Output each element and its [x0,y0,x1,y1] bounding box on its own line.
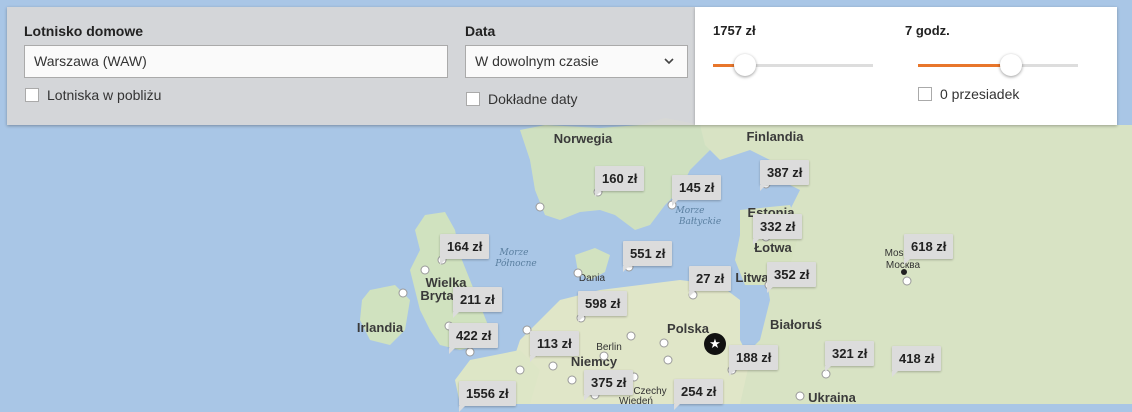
slider-handle[interactable] [734,54,756,76]
price-tag[interactable]: 1556 zł [459,381,516,412]
price-tag[interactable]: 164 zł [440,234,490,265]
airport-dot[interactable] [599,351,609,361]
price-tag[interactable]: 418 zł [892,346,942,377]
country-label-denmark: Dania [579,273,606,284]
price-tag[interactable]: 352 zł [767,262,817,293]
sea-label-baltic-2: Bałtyckie [678,217,721,227]
date-select[interactable]: W dowolnym czasie [465,45,688,78]
max-price-slider[interactable] [713,54,873,76]
country-label-gb-2: Bryta [420,288,454,303]
price-tag[interactable]: 27 zł [689,266,732,297]
exact-dates-label: Dokładne daty [488,91,578,107]
price-tag[interactable]: 422 zł [449,323,499,354]
country-label-ireland: Irlandia [357,320,404,335]
country-label-latvia: Łotwa [754,240,792,255]
home-airport-label: Lotnisko domowe [24,23,143,39]
date-label: Data [465,23,496,39]
airport-dot[interactable] [465,347,475,357]
slider-handle[interactable] [999,54,1022,76]
sea-label-north-1: Morze [498,248,528,258]
search-form-panel: Lotnisko domowe Warszawa (WAW) Lotniska … [7,7,695,125]
sea-label-baltic-1: Morze [674,206,704,216]
price-tag[interactable]: 551 zł [623,241,673,272]
price-tag[interactable]: 160 zł [595,166,645,197]
airport-dot[interactable] [535,202,545,212]
airport-dot[interactable] [659,338,669,348]
country-label-norway: Norwegia [554,131,613,146]
price-tag[interactable]: 375 zł [584,370,634,401]
price-tag[interactable]: 332 zł [753,214,803,245]
airport-dot[interactable] [663,355,673,365]
sea-label-north-2: Północne [494,258,536,269]
airport-dot[interactable] [626,331,636,341]
checkbox-box[interactable] [25,88,39,102]
city-label-vienna: Wiedeń [619,396,653,404]
checkbox-box[interactable] [466,92,480,106]
max-duration-label: 7 godz. [905,23,950,38]
nonstop-label: 0 przesiadek [940,86,1020,102]
airport-dot[interactable] [398,288,408,298]
slider-fill [918,64,1011,67]
price-tag[interactable]: 321 zł [825,341,875,372]
country-label-ukraine: Ukraina [808,390,856,404]
moscow-capital-marker [901,269,907,275]
country-label-germany: Niemcy [571,354,618,369]
country-label-finland: Finlandia [746,129,804,144]
airport-dot[interactable] [795,391,805,401]
max-duration-slider[interactable] [918,54,1078,76]
price-tag[interactable]: 387 zł [760,160,810,191]
date-select-value: W dowolnym czasie [475,53,599,69]
nonstop-checkbox[interactable]: 0 przesiadek [918,86,1019,102]
price-tag[interactable]: 254 zł [674,379,724,410]
price-tag[interactable]: 145 zł [672,175,722,206]
airport-dot[interactable] [902,276,912,286]
price-tag[interactable]: 618 zł [904,234,954,265]
home-airport-star-icon[interactable]: ★ [704,333,726,355]
max-price-label: 1757 zł [713,23,756,38]
exact-dates-checkbox[interactable]: Dokładne daty [466,91,578,107]
airport-dot[interactable] [573,268,583,278]
chevron-down-icon [664,58,674,65]
airport-dot[interactable] [548,361,558,371]
airport-dot[interactable] [567,375,577,385]
city-label-berlin: Berlin [596,342,622,353]
price-tag[interactable]: 113 zł [530,331,579,362]
filters-panel: 1757 zł 7 godz. 0 przesiadek [695,7,1117,125]
price-tag[interactable]: 188 zł [729,345,779,376]
airport-dot[interactable] [420,265,430,275]
country-label-poland: Polska [667,321,710,336]
nearby-airports-checkbox[interactable]: Lotniska w pobliżu [25,87,161,103]
nearby-airports-label: Lotniska w pobliżu [47,87,162,103]
country-label-belarus: Białoruś [770,317,822,332]
price-tag[interactable]: 598 zł [578,291,628,322]
price-tag[interactable]: 211 zł [453,287,502,318]
airport-dot[interactable] [515,365,525,375]
checkbox-box[interactable] [918,87,932,101]
home-airport-input[interactable]: Warszawa (WAW) [24,45,448,78]
